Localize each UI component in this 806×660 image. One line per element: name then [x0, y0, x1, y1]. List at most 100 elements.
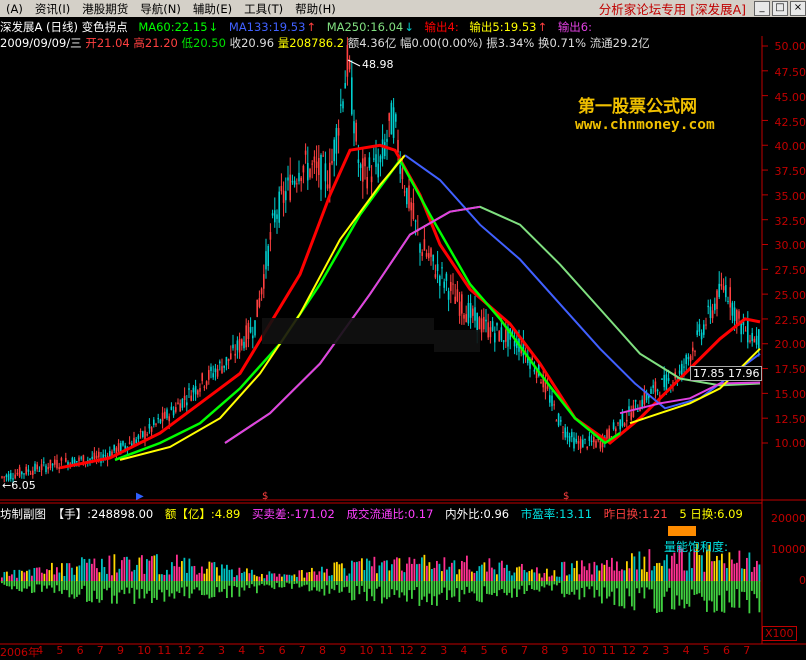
volume-bar-down [246, 581, 248, 586]
volume-bar-up [83, 559, 86, 581]
candle-body [45, 465, 47, 473]
volume-bar-up [306, 572, 308, 581]
price-tick-label: 32.50 [774, 215, 806, 228]
volume-bar-up [31, 575, 33, 581]
volume-bar-down [418, 581, 421, 606]
volume-bar-up [331, 575, 333, 581]
volume-bar-up [598, 570, 601, 581]
candle-body [144, 430, 146, 440]
volume-bar-up [468, 569, 471, 581]
candle-body [461, 294, 463, 314]
volume-bar-up [506, 564, 508, 581]
time-tick-label: 4 [238, 644, 246, 657]
volume-bar-up [156, 554, 158, 581]
volume-bar-up [396, 557, 398, 581]
volume-bar-up [418, 563, 421, 581]
volume-tick-label: 0 [799, 574, 806, 587]
candle-body [364, 157, 366, 167]
volume-bar-up [348, 573, 351, 581]
volume-bar-down [126, 581, 128, 588]
volume-bar-down [503, 581, 506, 593]
volume-bar-up [576, 560, 578, 581]
volume-bar-up [573, 568, 576, 581]
volume-bar-down [228, 581, 231, 586]
volume-bar-up [546, 568, 548, 581]
volume-bar-up [303, 577, 306, 581]
candle-body [441, 267, 443, 269]
volume-bar-down [428, 581, 431, 594]
volume-bar-up [703, 571, 706, 581]
volume-bar-down [51, 581, 53, 588]
time-tick-label: 8 [319, 644, 326, 657]
time-tick-label: 10 [581, 644, 596, 657]
volume-bar-down [56, 581, 58, 586]
candle-body [716, 290, 718, 309]
volume-bar-up [461, 560, 463, 581]
volume-bar-up [358, 561, 361, 581]
volume-bar-up [606, 560, 608, 581]
volume-bar-up [8, 575, 11, 581]
candle-body [654, 381, 657, 393]
volume-bar-up [428, 562, 431, 581]
candle-body [447, 291, 450, 300]
volume-bar-down [668, 581, 671, 588]
volume-bar-down [758, 581, 761, 613]
volume-bar-down [188, 581, 191, 599]
candle-body [753, 338, 756, 343]
candle-body [54, 459, 56, 465]
volume-bar-up [58, 572, 61, 581]
volume-bar-up [336, 561, 338, 581]
volume-bar-down [646, 581, 648, 588]
volume-bar-up [676, 563, 678, 581]
volume-bar-up [636, 569, 638, 581]
time-tick-label: 3 [662, 644, 670, 657]
candle-body [386, 138, 388, 142]
volume-bar-down [336, 581, 338, 585]
sub-chart-name[interactable]: 坊制副图 [0, 507, 46, 521]
volume-bar-up [501, 560, 503, 581]
zoom-scale-label[interactable]: X100 [762, 626, 797, 641]
volume-bar-up [653, 566, 656, 581]
volume-bar-down [6, 581, 8, 587]
candle-body [665, 374, 668, 392]
volume-bar-up [731, 559, 733, 581]
time-tick-label: 2 [420, 644, 427, 657]
volume-bar-up [503, 567, 506, 581]
candle-body [579, 438, 582, 449]
time-tick-label: 12 [399, 644, 414, 657]
volume-bar-down [581, 581, 583, 588]
volume-bar-down [738, 581, 741, 608]
volume-bar-up [151, 556, 153, 581]
volume-bar-down [68, 581, 71, 598]
volume-bar-down [396, 581, 398, 591]
volume-bar-up [211, 562, 213, 581]
volume-bar-down [713, 581, 716, 613]
volume-bar-down [231, 581, 233, 598]
volume-bar-down [548, 581, 551, 586]
volume-bar-up [223, 568, 226, 581]
volume-bar-up [478, 566, 481, 581]
candle-body [397, 139, 399, 153]
volume-bar-up [713, 561, 716, 581]
volume-bar-down [158, 581, 161, 590]
volume-bar-up [301, 570, 303, 581]
volume-bar-down [706, 581, 708, 612]
candle-body [615, 428, 617, 432]
volume-bar-up [38, 567, 41, 581]
volume-bar-down [253, 581, 256, 587]
time-tick-label: 10 [359, 644, 374, 657]
candle-body [172, 410, 175, 416]
candle-body [43, 461, 45, 463]
ma60-line [59, 143, 761, 470]
volume-bar-up [381, 562, 383, 581]
ma-green-line [114, 157, 621, 462]
volume-bar-down [583, 581, 586, 598]
candle-body [159, 419, 162, 423]
candle-body [612, 422, 615, 430]
candle-body [51, 463, 54, 466]
candle-body [155, 423, 157, 425]
candle-body [375, 154, 377, 167]
candle-body [137, 435, 140, 439]
volume-bar-up [578, 574, 581, 581]
volume-bar-up [293, 574, 296, 581]
